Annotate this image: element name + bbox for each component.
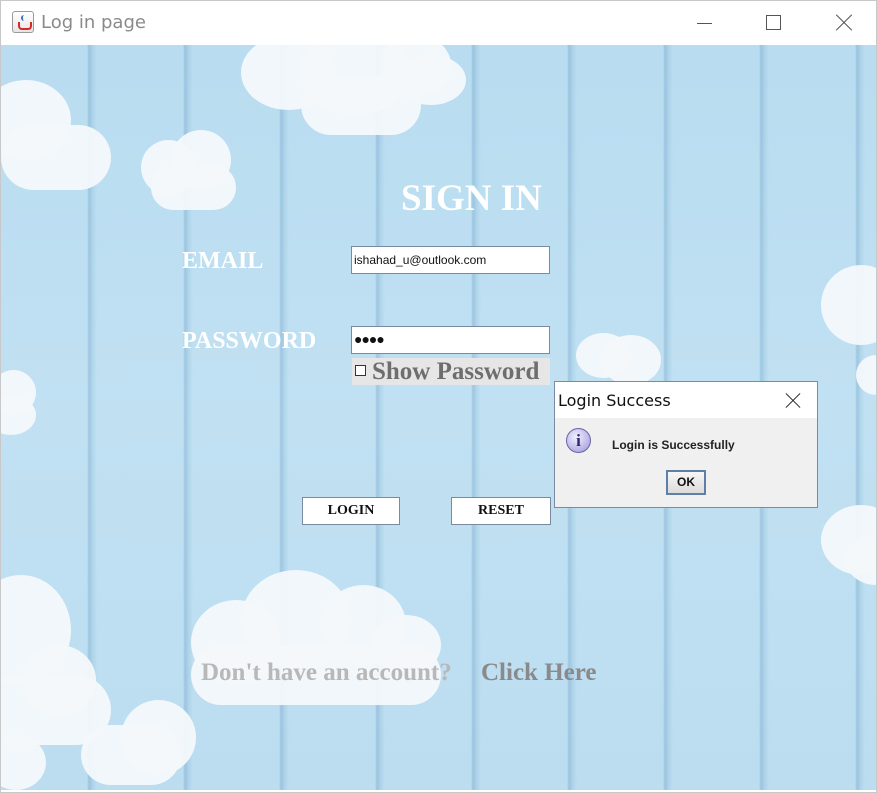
no-account-text: Don't have an account? xyxy=(201,659,452,686)
email-field[interactable]: ishahad_u@outlook.com xyxy=(351,246,550,274)
show-password-label[interactable]: Show Password xyxy=(372,358,539,386)
java-app-icon xyxy=(12,11,34,33)
email-label: EMAIL xyxy=(182,248,264,274)
close-button[interactable] xyxy=(831,9,859,37)
login-button[interactable]: LOGIN xyxy=(302,497,400,525)
app-window: Log in page SIGN IN EMAIL ishahad_u@outl… xyxy=(0,0,877,793)
dialog-close-icon[interactable] xyxy=(783,391,803,411)
show-password-checkbox[interactable]: Show Password xyxy=(352,358,550,385)
ok-button[interactable]: OK xyxy=(666,470,706,495)
login-success-dialog: Login Success i Login is Successfully OK xyxy=(554,381,818,508)
window-title: Log in page xyxy=(41,12,146,33)
maximize-button[interactable] xyxy=(760,9,788,37)
password-label: PASSWORD xyxy=(182,328,317,354)
title-bar[interactable]: Log in page xyxy=(1,1,876,45)
info-icon: i xyxy=(566,428,591,453)
dialog-message: Login is Successfully xyxy=(612,438,735,452)
password-field[interactable]: ●●●● xyxy=(351,326,550,354)
sign-in-heading: SIGN IN xyxy=(401,178,542,219)
minimize-button[interactable] xyxy=(691,9,719,37)
reset-button[interactable]: RESET xyxy=(451,497,551,525)
checkbox-icon[interactable] xyxy=(355,365,366,376)
dialog-title: Login Success xyxy=(558,391,671,410)
dialog-title-bar[interactable]: Login Success xyxy=(555,382,817,418)
click-here-link[interactable]: Click Here xyxy=(481,659,596,687)
